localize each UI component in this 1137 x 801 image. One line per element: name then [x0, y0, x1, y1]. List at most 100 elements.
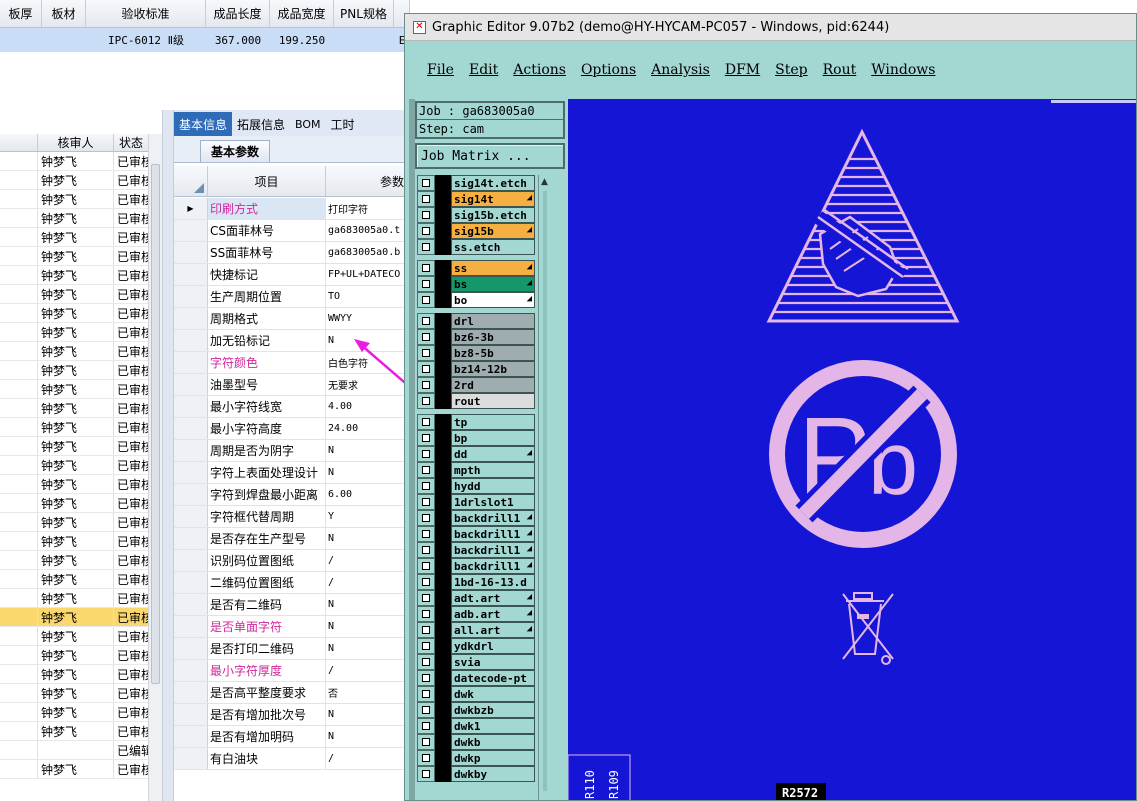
layer-checkbox[interactable] — [417, 734, 435, 750]
property-value[interactable]: / — [326, 748, 410, 769]
property-row[interactable]: CS面菲林号 ga683005a0.t — [174, 220, 410, 242]
layer-checkbox[interactable] — [417, 393, 435, 409]
property-value[interactable]: WWYY — [326, 308, 410, 329]
scrollbar-thumb[interactable] — [151, 164, 160, 684]
layer-row[interactable]: bz6-3b — [417, 329, 535, 345]
layer-name[interactable]: dwk1 — [451, 718, 535, 734]
layer-checkbox[interactable] — [417, 345, 435, 361]
layer-name[interactable]: ss ◢ — [451, 260, 535, 276]
layer-row[interactable]: adb.art ◢ — [417, 606, 535, 622]
property-row[interactable]: 识别码位置图纸 / — [174, 550, 410, 572]
table-row[interactable]: 钟梦飞 已审核 — [0, 456, 148, 475]
table-row[interactable]: 钟梦飞 已审核 — [0, 665, 148, 684]
layer-checkbox[interactable] — [417, 260, 435, 276]
table-row[interactable]: 钟梦飞 已审核 — [0, 760, 148, 779]
table-row[interactable]: 钟梦飞 已审核 — [0, 418, 148, 437]
layer-name[interactable]: backdrill1 ◢ — [451, 542, 535, 558]
layer-row[interactable]: drl — [417, 313, 535, 329]
layer-name[interactable]: bo ◢ — [451, 292, 535, 308]
menu-item-edit[interactable]: Edit — [469, 62, 498, 78]
menu-item-windows[interactable]: Windows — [871, 62, 935, 78]
layer-name[interactable]: bp — [451, 430, 535, 446]
table-row[interactable]: 钟梦飞 已审核 — [0, 437, 148, 456]
top-column-header[interactable]: 板材 — [42, 0, 86, 27]
layer-name[interactable]: dwkbzb — [451, 702, 535, 718]
layer-row[interactable]: dd ◢ — [417, 446, 535, 462]
layer-name[interactable]: bz14-12b — [451, 361, 535, 377]
property-row[interactable]: 二维码位置图纸 / — [174, 572, 410, 594]
tab-extended-info[interactable]: 拓展信息 — [232, 112, 290, 136]
menu-item-dfm[interactable]: DFM — [725, 62, 760, 78]
table-row[interactable]: 钟梦飞 已审核 — [0, 475, 148, 494]
layer-row[interactable]: sig14t ◢ — [417, 191, 535, 207]
job-matrix-button[interactable]: Job Matrix ... — [415, 143, 565, 169]
top-table-row[interactable]: IPC-6012 Ⅱ级 367.000 199.250 E — [0, 28, 410, 52]
reviewer-column-header[interactable]: 核审人 — [38, 134, 114, 151]
table-row[interactable]: 钟梦飞 已审核 — [0, 228, 148, 247]
layer-name[interactable]: sig14t ◢ — [451, 191, 535, 207]
layer-name[interactable]: svia — [451, 654, 535, 670]
property-row[interactable]: 字符到焊盘最小距离 6.00 — [174, 484, 410, 506]
layer-row[interactable]: rout — [417, 393, 535, 409]
table-row[interactable]: 钟梦飞 已审核 — [0, 361, 148, 380]
layer-row[interactable]: bz8-5b — [417, 345, 535, 361]
layer-name[interactable]: sig14t.etch — [451, 175, 535, 191]
property-row[interactable]: 是否有增加明码 N — [174, 726, 410, 748]
layer-checkbox[interactable] — [417, 510, 435, 526]
layer-row[interactable]: sig15b ◢ — [417, 223, 535, 239]
table-row[interactable]: 钟梦飞 已审核 — [0, 703, 148, 722]
layer-name[interactable]: drl — [451, 313, 535, 329]
table-row[interactable]: 钟梦飞 已审核 — [0, 399, 148, 418]
layer-name[interactable]: dwkby — [451, 766, 535, 782]
property-value[interactable]: ga683005a0.b — [326, 242, 410, 263]
property-row[interactable]: 快捷标记 FP+UL+DATECO — [174, 264, 410, 286]
property-row[interactable]: 最小字符厚度 / — [174, 660, 410, 682]
layer-name[interactable]: 1drlslot1 — [451, 494, 535, 510]
layer-checkbox[interactable] — [417, 414, 435, 430]
property-row[interactable]: 是否高平整度要求否 — [174, 682, 410, 704]
layer-name[interactable]: bz6-3b — [451, 329, 535, 345]
layer-row[interactable]: backdrill1 ◢ — [417, 542, 535, 558]
layer-checkbox[interactable] — [417, 292, 435, 308]
layer-name[interactable]: backdrill1 ◢ — [451, 558, 535, 574]
layer-checkbox[interactable] — [417, 526, 435, 542]
property-row[interactable]: 最小字符高度 24.00 — [174, 418, 410, 440]
layer-name[interactable]: all.art ◢ — [451, 622, 535, 638]
layer-name[interactable]: dwkb — [451, 734, 535, 750]
property-value[interactable]: FP+UL+DATECO — [326, 264, 410, 285]
layer-row[interactable]: backdrill1 ◢ — [417, 558, 535, 574]
property-value[interactable]: 24.00 — [326, 418, 410, 439]
layer-checkbox[interactable] — [417, 542, 435, 558]
panel-splitter[interactable] — [162, 110, 174, 801]
layer-checkbox[interactable] — [417, 430, 435, 446]
table-row[interactable]: 钟梦飞 已审核 — [0, 608, 148, 627]
layer-checkbox[interactable] — [417, 191, 435, 207]
layer-name[interactable]: rout — [451, 393, 535, 409]
table-row[interactable]: 钟梦飞 已审核 — [0, 551, 148, 570]
tab-labor-hours[interactable]: 工时 — [326, 112, 360, 136]
menu-item-rout[interactable]: Rout — [823, 62, 857, 78]
property-value[interactable]: / — [326, 550, 410, 571]
layer-checkbox[interactable] — [417, 175, 435, 191]
table-row[interactable]: 钟梦飞 已审核 — [0, 627, 148, 646]
table-row[interactable]: 钟梦飞 已审核 — [0, 646, 148, 665]
graphic-canvas[interactable]: P b R110 R109 R2572 — [568, 99, 1136, 800]
table-row[interactable]: 钟梦飞 已审核 — [0, 722, 148, 741]
property-value[interactable]: N — [326, 726, 410, 747]
layer-checkbox[interactable] — [417, 622, 435, 638]
property-row[interactable]: 是否有二维码 N — [174, 594, 410, 616]
layer-name[interactable]: sig15b.etch — [451, 207, 535, 223]
layer-name[interactable]: tp — [451, 414, 535, 430]
tab-bom[interactable]: BOM — [290, 112, 326, 136]
layer-row[interactable]: 1bd-16-13.d — [417, 574, 535, 590]
table-row[interactable]: 钟梦飞 已审核 — [0, 513, 148, 532]
layer-name[interactable]: adb.art ◢ — [451, 606, 535, 622]
table-row[interactable]: 钟梦飞 已审核 — [0, 342, 148, 361]
property-value[interactable]: ga683005a0.t — [326, 220, 410, 241]
layer-checkbox[interactable] — [417, 654, 435, 670]
table-row[interactable]: 钟梦飞 已审核 — [0, 323, 148, 342]
property-value[interactable]: N — [326, 462, 410, 483]
property-row[interactable]: SS面菲林号 ga683005a0.b — [174, 242, 410, 264]
layer-row[interactable]: ss.etch — [417, 239, 535, 255]
window-titlebar[interactable]: ✕ Graphic Editor 9.07b2 (demo@HY-HYCAM-P… — [405, 14, 1136, 41]
